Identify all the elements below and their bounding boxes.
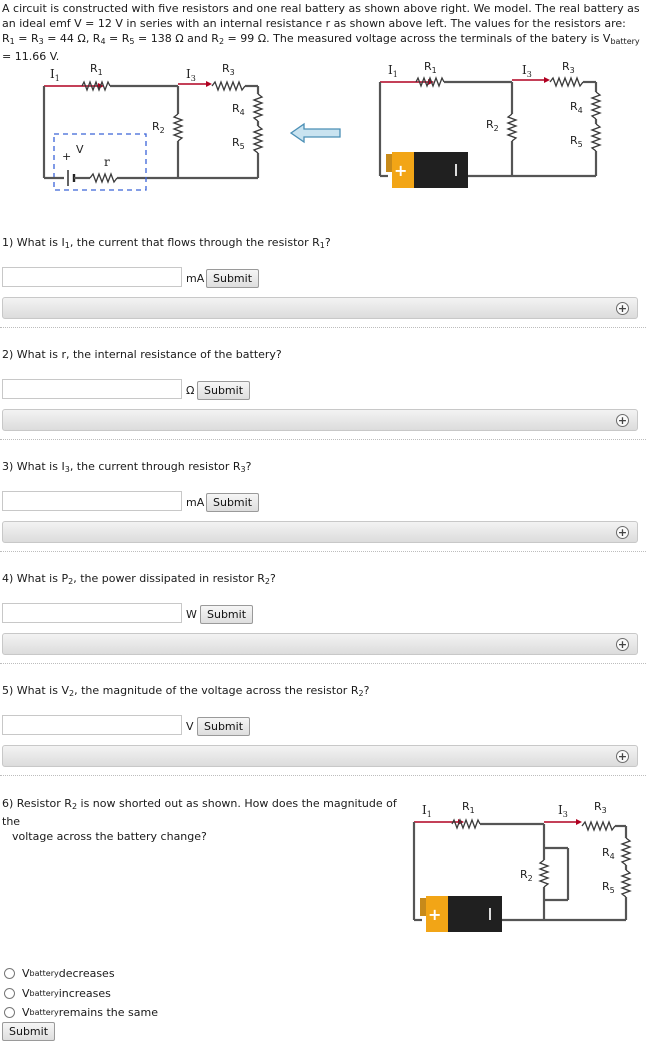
question-1-submit-button[interactable]: Submit [206, 269, 260, 288]
resistor-r3-label: R3 [594, 800, 607, 815]
question-2-submit-button[interactable]: Submit [197, 381, 251, 400]
left-arrow-icon [290, 122, 341, 144]
divider [0, 663, 646, 664]
resistor-r1-label: R1 [90, 62, 103, 77]
resistor-r1-label: R1 [462, 800, 475, 815]
resistor-r4-label: R4 [232, 102, 245, 117]
plus-circle-icon[interactable]: + [616, 302, 629, 315]
resistor-r5-label: R5 [602, 880, 615, 895]
question-5-answer-input[interactable] [2, 715, 182, 735]
question-3-label: 3) What is I3, the current through resis… [2, 460, 252, 474]
resistor-r3-label: R3 [222, 62, 235, 77]
current-i1-label: I1 [422, 803, 432, 819]
battery-icon: + [386, 152, 468, 188]
svg-text:+: + [394, 161, 407, 180]
question-5-label: 5) What is V2, the magnitude of the volt… [2, 684, 370, 698]
question-5-submit-button[interactable]: Submit [197, 717, 251, 736]
current-i1-label: I1 [50, 67, 60, 83]
plus-sign: + [62, 150, 71, 163]
question-1-label: 1) What is I1, the current that flows th… [2, 236, 331, 250]
resistor-r1-label: R1 [424, 60, 437, 75]
emf-label: V [76, 143, 84, 156]
current-i3-label: I3 [186, 67, 196, 83]
resistor-r3-label: R3 [562, 60, 575, 75]
question-2-answer-input[interactable] [2, 379, 182, 399]
resistor-r2-label: R2 [152, 120, 165, 135]
resistor-r2-label: R2 [486, 118, 499, 133]
circuit-shorted-r2-diagram: I1 R1 I3 R3 R2 R4 R5 + [412, 800, 632, 932]
current-i3-label: I3 [558, 803, 568, 819]
plus-circle-icon[interactable]: + [616, 414, 629, 427]
battery-icon: + [420, 896, 502, 932]
question-6-label: 6) Resistor R2 is now shorted out as sho… [2, 797, 397, 843]
question-2-label: 2) What is r, the internal resistance of… [2, 348, 282, 361]
divider [0, 551, 646, 552]
circuit-model-diagram: I1 R1 I3 R3 R2 R4 R5 + V r [42, 62, 264, 191]
svg-text:+: + [428, 905, 441, 924]
radio-button[interactable] [4, 988, 15, 999]
resistor-r3 [211, 80, 246, 92]
resistor-r5 [252, 125, 264, 154]
resistor-r2 [172, 113, 184, 142]
question-2-unit: Ω [186, 384, 195, 397]
internal-resistor [89, 172, 118, 184]
divider [0, 775, 646, 776]
radio-button[interactable] [4, 968, 15, 979]
resistor-r5-label: R5 [570, 134, 583, 149]
circuit-real-battery-diagram: I1 R1 I3 R3 R2 R4 R5 + [378, 60, 602, 188]
question-3-hint-bar[interactable]: + [2, 521, 638, 543]
plus-circle-icon[interactable]: + [616, 750, 629, 763]
option-remains-same[interactable]: Vbattery remains the same [4, 1006, 158, 1019]
divider [0, 439, 646, 440]
question-3-unit: mA [186, 496, 205, 509]
question-5-hint-bar[interactable]: + [2, 745, 638, 767]
question-4-submit-button[interactable]: Submit [200, 605, 254, 624]
question-1-hint-bar[interactable]: + [2, 297, 638, 319]
current-i3-label: I3 [522, 63, 532, 79]
resistor-r4 [252, 93, 264, 122]
resistor-r5-label: R5 [232, 136, 245, 151]
question-3-submit-button[interactable]: Submit [206, 493, 260, 512]
current-i1-label: I1 [388, 63, 398, 79]
option-increases[interactable]: Vbattery increases [4, 987, 111, 1000]
resistor-r4-label: R4 [570, 100, 583, 115]
radio-button[interactable] [4, 1007, 15, 1018]
question-4-answer-input[interactable] [2, 603, 182, 623]
question-3-answer-input[interactable] [2, 491, 182, 511]
question-2-hint-bar[interactable]: + [2, 409, 638, 431]
question-4-unit: W [186, 608, 197, 621]
resistor-r4-label: R4 [602, 846, 615, 861]
plus-circle-icon[interactable]: + [616, 638, 629, 651]
question-1-unit: mA [186, 272, 205, 285]
question-6-submit-button[interactable]: Submit [2, 1022, 56, 1041]
question-4-label: 4) What is P2, the power dissipated in r… [2, 572, 276, 586]
resistor-r2-label: R2 [520, 868, 533, 883]
plus-circle-icon[interactable]: + [616, 526, 629, 539]
option-decreases[interactable]: Vbattery decreases [4, 967, 115, 980]
question-4-hint-bar[interactable]: + [2, 633, 638, 655]
question-5-unit: V [186, 720, 194, 733]
question-1-answer-input[interactable] [2, 267, 182, 287]
divider [0, 327, 646, 328]
internal-resistance-label: r [104, 155, 110, 169]
problem-statement: A circuit is constructed with five resis… [2, 2, 640, 63]
